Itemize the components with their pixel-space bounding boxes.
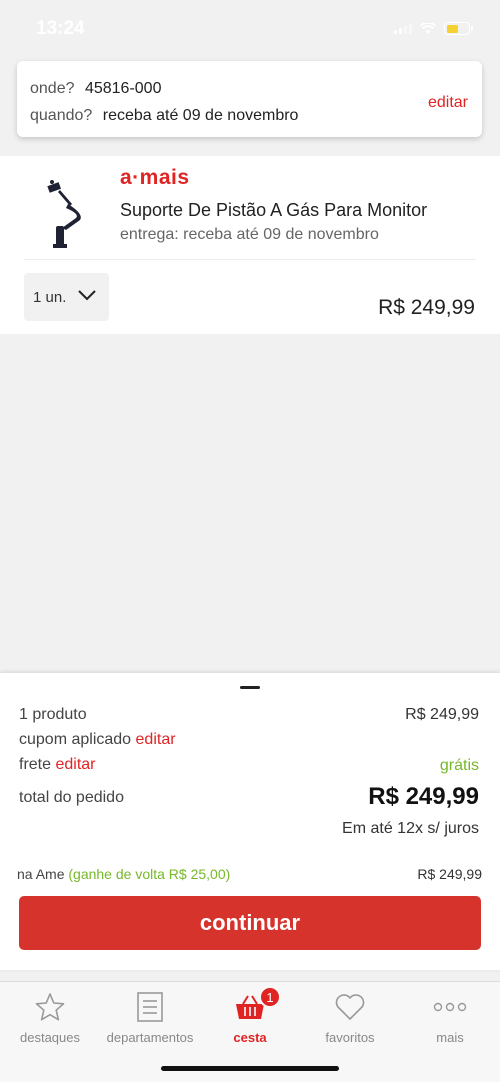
product-delivery: entrega: receba até 09 de novembro [120,226,379,243]
delivery-date-value: receba até 09 de novembro [102,107,299,124]
chevron-down-icon [78,290,96,301]
zipcode-value: 45816-000 [84,80,162,97]
cart-count-badge: 1 [259,986,281,1008]
coupon-row: cupom aplicado editar [19,731,176,749]
total-value: R$ 249,99 [368,783,479,810]
edit-coupon-link[interactable]: editar [136,731,176,748]
continue-button[interactable]: continuar [19,896,481,950]
seller-logo: a·mais [120,166,190,189]
product-name[interactable]: Suporte De Pistão A Gás Para Monitor [120,200,460,221]
quantity-value: 1 un. [33,288,67,306]
wifi-icon [420,22,436,34]
tab-favoritos[interactable]: favoritos [300,990,400,1045]
location-where-row: onde? 45816-000 [30,80,161,98]
product-image[interactable] [40,170,90,252]
tab-label: favoritos [325,1030,375,1045]
drag-handle[interactable] [240,686,260,689]
cellular-signal-icon [394,23,412,34]
divider [24,259,476,260]
order-summary-panel: 1 produto R$ 249,99 cupom aplicado edita… [0,673,500,970]
location-when-row: quando? receba até 09 de novembro [30,107,298,125]
ame-cashback: (ganhe de volta R$ 25,00) [68,866,231,882]
cart-item-card: a·mais Suporte De Pistão A Gás Para Moni… [0,156,500,334]
tab-label: cesta [233,1030,267,1045]
tab-label: departamentos [106,1030,194,1045]
tab-label: mais [436,1030,464,1045]
star-icon [35,993,65,1021]
when-label: quando? [30,107,93,124]
shipping-row: frete editar [19,756,96,774]
tab-label: destaques [20,1030,80,1045]
shipping-label: frete [19,756,52,773]
status-icons [394,22,473,35]
ame-cashback-row: na Ame (ganhe de volta R$ 25,00) [17,866,230,882]
quantity-select[interactable]: 1 un. [24,273,109,321]
tab-mais[interactable]: mais [400,990,500,1045]
tab-departamentos[interactable]: departamentos [100,990,200,1045]
products-subtotal: R$ 249,99 [405,706,479,723]
home-indicator[interactable] [161,1066,339,1071]
edit-shipping-link[interactable]: editar [55,756,95,773]
status-time: 13:24 [36,18,85,39]
more-icon [433,1002,467,1012]
tab-cesta[interactable]: 1 cesta [200,986,300,1045]
list-icon [137,992,163,1022]
total-label: total do pedido [19,789,124,806]
products-count-label: 1 produto [19,706,87,723]
battery-icon [444,22,473,35]
delivery-location-card[interactable]: onde? 45816-000 quando? receba até 09 de… [17,61,482,137]
tab-destaques[interactable]: destaques [0,990,100,1045]
shipping-value: grátis [439,757,479,774]
ame-label: na Ame [17,866,65,882]
product-price: R$ 249,99 [378,296,475,319]
where-label: onde? [30,80,75,97]
edit-location-link[interactable]: editar [428,94,468,112]
heart-icon [335,994,365,1020]
coupon-label: cupom aplicado [19,731,132,748]
installments-info: Em até 12x s/ juros [342,820,479,837]
status-bar: 13:24 [0,0,500,58]
ame-price: R$ 249,99 [417,866,482,882]
